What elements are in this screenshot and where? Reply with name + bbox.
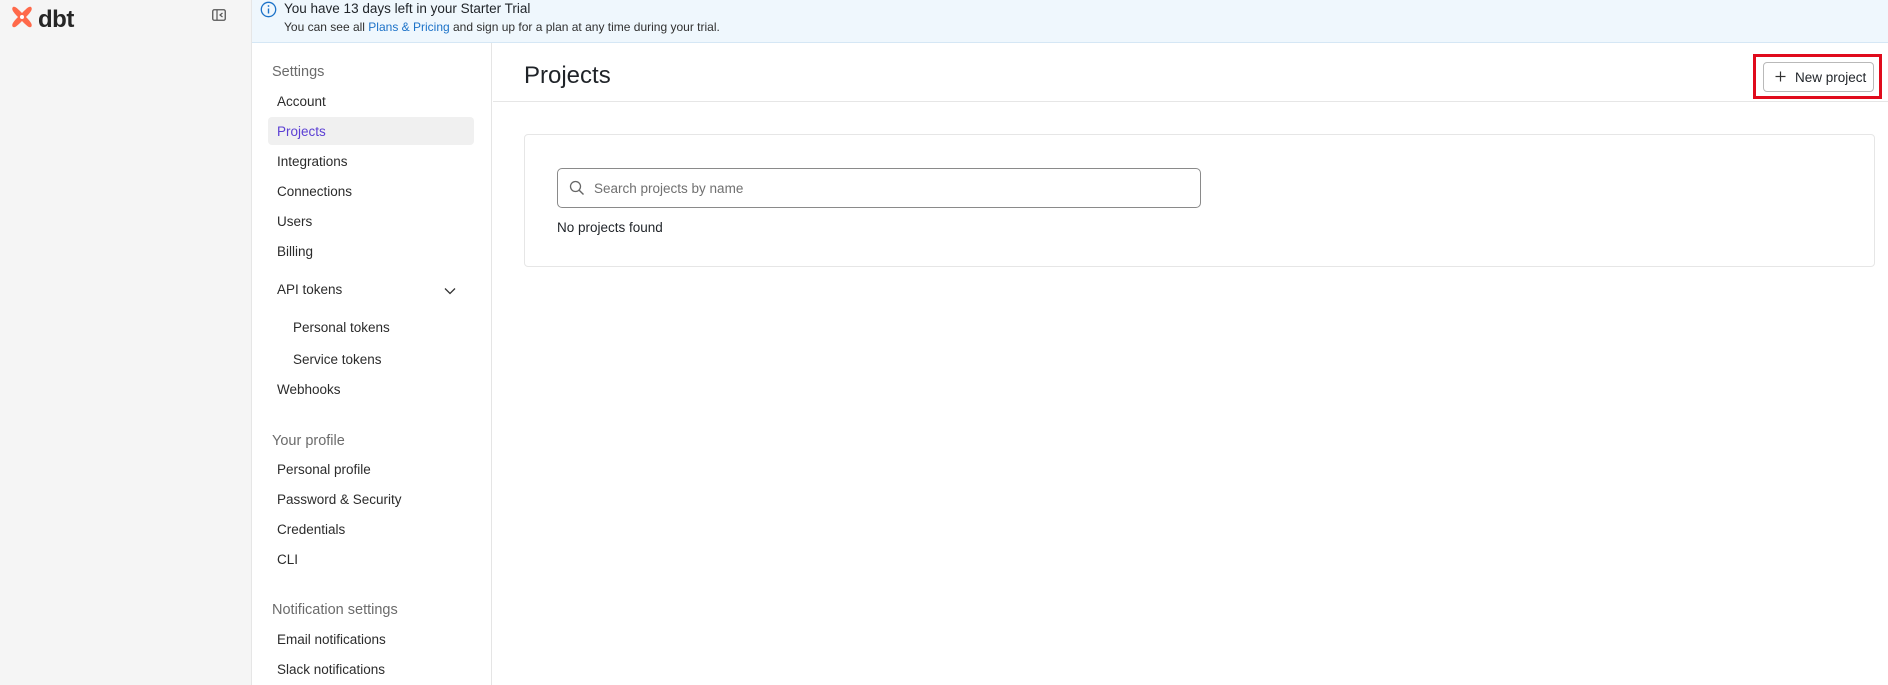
page-title: Projects (524, 62, 611, 89)
plus-icon (1775, 70, 1786, 85)
nav-item-personal-tokens[interactable]: Personal tokens (268, 313, 474, 341)
nav-item-service-tokens[interactable]: Service tokens (268, 345, 474, 373)
plans-pricing-link[interactable]: Plans & Pricing (368, 20, 449, 34)
nav-item-api-tokens[interactable]: API tokens (268, 275, 474, 303)
settings-nav: Settings Account Projects Integrations C… (252, 43, 492, 685)
chevron-down-icon[interactable] (444, 283, 456, 298)
project-search[interactable] (557, 168, 1201, 208)
nav-item-email-notifications[interactable]: Email notifications (268, 625, 474, 653)
new-project-label: New project (1795, 69, 1867, 85)
nav-item-credentials[interactable]: Credentials (268, 515, 474, 543)
trial-banner-text-before: You can see all (284, 20, 369, 34)
page-header: Projects New project (493, 43, 1888, 102)
notification-settings-heading: Notification settings (272, 602, 398, 618)
empty-state-text: No projects found (557, 220, 663, 235)
main-content: Projects New project Search projects by … (493, 43, 1888, 685)
trial-banner-title: You have 13 days left in your Starter Tr… (284, 1, 531, 16)
nav-item-cli[interactable]: CLI (268, 545, 474, 573)
nav-item-password-security[interactable]: Password & Security (268, 485, 474, 513)
app-root: dbt You have 13 days left in your Starte… (0, 0, 1888, 685)
search-input[interactable] (594, 177, 1184, 199)
nav-item-api-tokens-label: API tokens (277, 281, 343, 297)
nav-item-slack-notifications[interactable]: Slack notifications (268, 655, 474, 683)
sidebar-collapse-button[interactable] (210, 8, 228, 26)
search-icon (569, 180, 585, 201)
your-profile-heading: Your profile (272, 433, 345, 449)
dbt-logo[interactable]: dbt (10, 5, 74, 34)
trial-banner-subtitle: You can see all Plans & Pricing and sign… (284, 20, 720, 34)
nav-item-projects[interactable]: Projects (268, 117, 474, 145)
nav-item-account[interactable]: Account (268, 87, 474, 115)
nav-item-users[interactable]: Users (268, 207, 474, 235)
dbt-logo-icon (10, 5, 34, 34)
trial-banner-text-after: and sign up for a plan at any time durin… (449, 20, 720, 34)
new-project-button[interactable]: New project (1763, 62, 1874, 92)
nav-item-connections[interactable]: Connections (268, 177, 474, 205)
nav-item-integrations[interactable]: Integrations (268, 147, 474, 175)
nav-item-billing[interactable]: Billing (268, 237, 474, 265)
left-rail: dbt (0, 0, 252, 685)
settings-heading: Settings (272, 64, 325, 80)
info-icon (260, 1, 277, 23)
trial-banner: You have 13 days left in your Starter Tr… (252, 0, 1888, 43)
projects-card: No projects found (524, 134, 1875, 267)
nav-item-webhooks[interactable]: Webhooks (268, 375, 474, 403)
nav-item-personal-profile[interactable]: Personal profile (268, 455, 474, 483)
dbt-logo-text: dbt (38, 5, 74, 33)
sidebar-collapse-icon (212, 8, 226, 26)
